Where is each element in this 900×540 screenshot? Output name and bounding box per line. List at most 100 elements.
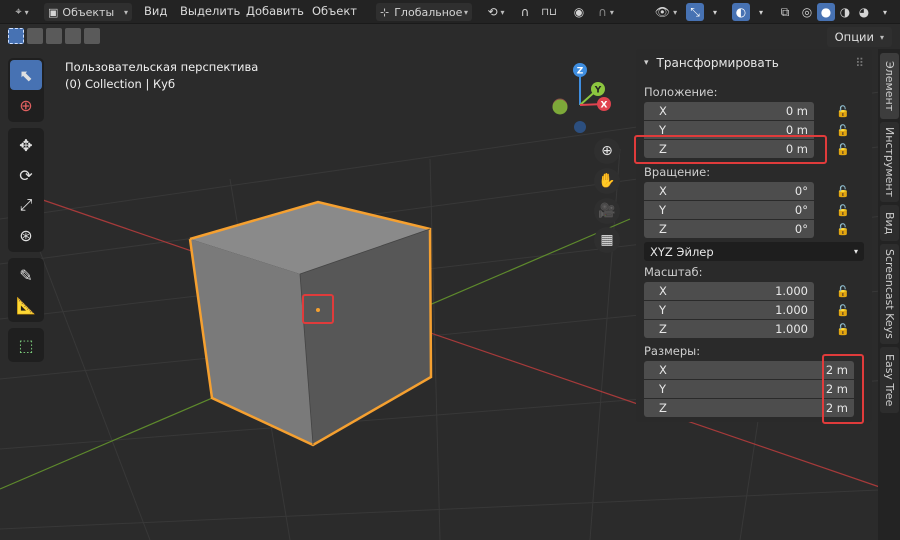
rendered-sphere-icon: ◕ bbox=[858, 5, 870, 19]
pan-button[interactable]: ✋ bbox=[594, 168, 620, 194]
shading-solid[interactable]: ● bbox=[817, 3, 835, 21]
falloff-button[interactable]: ∩ ▾ bbox=[592, 3, 620, 21]
tab-item[interactable]: Элемент bbox=[880, 53, 899, 119]
axis-label: X bbox=[659, 104, 667, 118]
collection-label: (0) Collection | Куб bbox=[65, 77, 176, 91]
snap-toggle[interactable]: ∩ bbox=[516, 3, 534, 21]
wireframe-sphere-icon: ◎ bbox=[801, 5, 813, 19]
add-cube-tool[interactable]: ⬚ bbox=[10, 330, 42, 360]
shading-rendered[interactable]: ◕ bbox=[855, 3, 873, 21]
grid-perspective-icon: ▦ bbox=[600, 232, 614, 248]
proportional-edit-icon: ◉ bbox=[573, 5, 585, 19]
transform-panel-header[interactable]: ▾ Трансформировать ⠿ bbox=[636, 51, 872, 75]
gizmo-neg-z[interactable] bbox=[574, 121, 586, 133]
axis-label: Y bbox=[659, 382, 667, 396]
scale-y-field[interactable]: Y 1.000 bbox=[644, 301, 814, 319]
shading-dropdown[interactable]: ▾ bbox=[876, 3, 894, 21]
move-tool[interactable]: ✥ bbox=[10, 130, 42, 160]
transform-tool[interactable]: ⊛ bbox=[10, 220, 42, 250]
xray-toggle[interactable]: ⧉ bbox=[776, 3, 794, 21]
falloff-curve-icon: ∩ bbox=[598, 5, 607, 19]
lock-icon[interactable]: 🔓 bbox=[836, 123, 850, 137]
tab-screencast-keys[interactable]: Screencast Keys bbox=[880, 244, 899, 344]
rotation-label: Вращение: bbox=[644, 165, 711, 179]
select-extend-icon[interactable] bbox=[27, 28, 43, 44]
menu-select[interactable]: Выделить bbox=[180, 4, 240, 18]
overlays-toggle[interactable]: ◐ bbox=[732, 3, 750, 21]
eye-icon: 👁 bbox=[654, 5, 671, 19]
tab-tool[interactable]: Инструмент bbox=[880, 122, 899, 202]
axis-label: Y bbox=[659, 203, 667, 217]
axis-label: Y bbox=[659, 303, 667, 317]
gizmo-toggle[interactable]: ⤡ bbox=[686, 3, 704, 21]
select-box-tool[interactable]: ⬉ bbox=[10, 60, 42, 90]
annotate-tool[interactable]: ✎ bbox=[10, 260, 42, 290]
axis-label: X bbox=[659, 184, 667, 198]
object-mode-icon: ▣ bbox=[48, 5, 59, 19]
select-invert-icon[interactable] bbox=[65, 28, 81, 44]
cursor-tool[interactable]: ⊕ bbox=[10, 90, 42, 120]
select-subtract-icon[interactable] bbox=[46, 28, 62, 44]
lock-icon[interactable]: 🔓 bbox=[836, 203, 850, 217]
perspective-toggle-button[interactable]: ▦ bbox=[594, 227, 620, 253]
pivot-point-button[interactable]: ⟲ ▾ bbox=[482, 3, 510, 21]
chevron-down-icon: ▾ bbox=[24, 7, 29, 17]
gizmo-dropdown[interactable]: ▾ bbox=[706, 3, 724, 21]
drag-handle-icon[interactable]: ⠿ bbox=[855, 56, 864, 70]
menu-object[interactable]: Объект bbox=[312, 4, 357, 18]
chevron-down-icon: ▾ bbox=[879, 32, 884, 42]
scale-tool[interactable]: ⤢ bbox=[10, 190, 42, 220]
menu-add[interactable]: Добавить bbox=[246, 4, 304, 18]
menu-view[interactable]: Вид bbox=[144, 4, 167, 18]
rotate-tool[interactable]: ⟳ bbox=[10, 160, 42, 190]
zoom-button[interactable]: ⊕ bbox=[594, 138, 620, 164]
chevron-down-icon: ▾ bbox=[712, 7, 717, 17]
zoom-magnifier-icon: ⊕ bbox=[601, 143, 613, 159]
editor-type-button[interactable]: ⌖ ▾ bbox=[6, 3, 38, 21]
lock-icon[interactable]: 🔓 bbox=[836, 284, 850, 298]
scale-z-field[interactable]: Z 1.000 bbox=[644, 320, 814, 338]
select-new-icon[interactable] bbox=[8, 28, 24, 44]
options-label: Опции bbox=[834, 30, 874, 44]
rotation-mode-value: XYZ Эйлер bbox=[650, 244, 714, 259]
location-x-field[interactable]: X 0 m bbox=[644, 102, 814, 120]
shading-wireframe[interactable]: ◎ bbox=[798, 3, 816, 21]
shading-material[interactable]: ◑ bbox=[836, 3, 854, 21]
hand-icon: ✋ bbox=[598, 173, 616, 189]
select-intersect-icon[interactable] bbox=[84, 28, 100, 44]
chevron-down-icon: ▾ bbox=[882, 7, 887, 17]
options-dropdown[interactable]: Опции ▾ bbox=[826, 27, 892, 47]
sidebar-tabs: Элемент Инструмент Вид Screencast Keys E… bbox=[878, 49, 900, 540]
rotation-z-field[interactable]: Z 0° bbox=[644, 220, 814, 238]
chevron-down-icon: ▾ bbox=[758, 7, 763, 17]
lock-icon[interactable]: 🔓 bbox=[836, 142, 850, 156]
tab-view[interactable]: Вид bbox=[880, 205, 899, 241]
rotation-mode-select[interactable]: XYZ Эйлер ▾ bbox=[644, 242, 864, 261]
xray-icon: ⧉ bbox=[780, 4, 790, 19]
snap-target-button[interactable]: ⊓⊔ bbox=[536, 3, 562, 21]
gizmo-neg-y[interactable] bbox=[552, 99, 568, 115]
lock-icon[interactable]: 🔓 bbox=[836, 322, 850, 336]
rotation-y-field[interactable]: Y 0° bbox=[644, 201, 814, 219]
proportional-edit-button[interactable]: ◉ bbox=[570, 3, 588, 21]
magnet-icon: ∩ bbox=[520, 5, 530, 19]
lock-icon[interactable]: 🔓 bbox=[836, 303, 850, 317]
lock-icon[interactable]: 🔓 bbox=[836, 184, 850, 198]
lock-icon[interactable]: 🔓 bbox=[836, 222, 850, 236]
rotation-y-value: 0° bbox=[794, 203, 808, 217]
mode-dropdown[interactable]: ▣ Объекты ▾ bbox=[44, 3, 132, 21]
scale-x-field[interactable]: X 1.000 bbox=[644, 282, 814, 300]
rotation-x-field[interactable]: X 0° bbox=[644, 182, 814, 200]
tab-label: Элемент bbox=[883, 60, 896, 112]
axis-label: Z bbox=[659, 222, 667, 236]
navigation-gizmo[interactable]: Z Y X bbox=[552, 63, 611, 133]
tab-easy-tree[interactable]: Easy Tree bbox=[880, 347, 899, 413]
visibility-button[interactable]: 👁 ▾ bbox=[652, 3, 680, 21]
orientation-dropdown[interactable]: ⊹ Глобальное ▾ bbox=[376, 3, 472, 21]
lock-icon[interactable]: 🔓 bbox=[836, 104, 850, 118]
camera-view-button[interactable]: 🎥 bbox=[594, 198, 620, 224]
measure-tool[interactable]: 📐 bbox=[10, 290, 42, 320]
move-arrows-icon: ✥ bbox=[19, 135, 33, 155]
orientation-icon: ⊹ bbox=[380, 5, 390, 19]
overlays-dropdown[interactable]: ▾ bbox=[752, 3, 770, 21]
